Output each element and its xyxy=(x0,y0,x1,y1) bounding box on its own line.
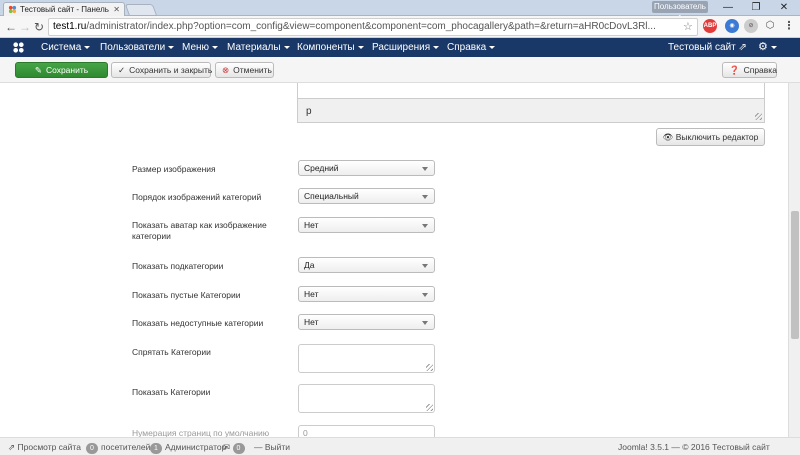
default-pagination-input[interactable]: 0 xyxy=(298,425,435,437)
package-icon[interactable]: ⬡ xyxy=(763,19,777,33)
help-button[interactable]: ❓ Справка xyxy=(722,62,777,78)
compass-icon[interactable]: ⊘ xyxy=(744,19,758,33)
field-label-image-size: Размер изображения xyxy=(132,164,216,174)
url-host: test1.ru xyxy=(53,21,87,32)
back-arrow-icon[interactable]: ← xyxy=(4,19,18,35)
reload-icon[interactable]: ↻ xyxy=(32,19,46,35)
browser-tab[interactable]: Тестовый сайт - Панель ✕ xyxy=(3,2,125,16)
version-text: Joomla! 3.5.1 — © 2016 Тестовый сайт xyxy=(618,442,770,452)
page-scrollbar[interactable] xyxy=(788,83,800,437)
admin-statusbar: ⇗ Просмотр сайта 0 посетителей 1 Администр… xyxy=(0,437,800,455)
field-label-show-subcategories: Показать подкатегории xyxy=(132,261,224,271)
menu-extensions[interactable]: Расширения xyxy=(372,38,440,57)
show-categories-textarea[interactable] xyxy=(298,384,435,413)
menu-components[interactable]: Компоненты xyxy=(297,38,364,57)
eye-icon: 👁 xyxy=(662,132,674,142)
field-label-show-categories: Показать Категории xyxy=(132,387,211,397)
cancel-button[interactable]: ⊗ Отменить xyxy=(215,62,274,78)
admins-indicator: 1 Администратор xyxy=(150,441,226,454)
external-link-icon: ⇗ xyxy=(738,42,747,53)
maximize-icon[interactable]: ❐ xyxy=(742,0,770,15)
forward-arrow-icon[interactable]: → xyxy=(18,19,32,35)
action-toolbar: ✎ Сохранить ✓ Сохранить и закрыть ⊗ Отменит… xyxy=(0,57,800,83)
category-image-order-select[interactable]: Специальный xyxy=(298,188,435,204)
window-close-icon[interactable]: ✕ xyxy=(770,0,798,15)
show-unavailable-categories-select[interactable]: Нет xyxy=(298,314,435,330)
menu-system[interactable]: Система xyxy=(41,38,91,57)
dropdown-arrow-icon xyxy=(422,321,428,325)
adblock-icon[interactable]: ABP xyxy=(703,19,717,33)
cancel-icon: ⊗ xyxy=(222,65,230,75)
save-button[interactable]: ✎ Сохранить xyxy=(15,62,108,78)
site-link[interactable]: Тестовый сайт ⇗ xyxy=(668,38,747,57)
browser-tabstrip: Тестовый сайт - Панель ✕ Пользователь 1 … xyxy=(0,0,800,23)
extension-icon[interactable]: ◉ xyxy=(725,19,739,33)
save-close-button[interactable]: ✓ Сохранить и закрыть xyxy=(111,62,212,78)
admin-navbar: Система Пользователи Меню Материалы Комп… xyxy=(0,38,800,57)
minimize-icon[interactable]: — xyxy=(714,0,742,15)
new-tab-button[interactable] xyxy=(124,4,158,16)
dropdown-arrow-icon xyxy=(422,264,428,268)
joomla-logo-icon[interactable] xyxy=(12,41,25,54)
resize-grip-icon[interactable] xyxy=(426,404,433,411)
show-empty-categories-select[interactable]: Нет xyxy=(298,286,435,302)
minus-icon: — xyxy=(254,442,263,452)
avatar-as-image-select[interactable]: Нет xyxy=(298,217,435,233)
scrollbar-thumb[interactable] xyxy=(791,211,799,339)
resize-grip-icon[interactable] xyxy=(755,113,762,120)
field-label-hide-categories: Спрятать Категории xyxy=(132,347,211,357)
visitors-badge: 0 xyxy=(86,443,98,454)
external-link-icon: ⇗ xyxy=(8,442,16,452)
joomla-favicon-icon xyxy=(8,5,17,14)
dropdown-arrow-icon xyxy=(422,224,428,228)
close-tab-icon[interactable]: ✕ xyxy=(113,5,120,14)
browser-menu-icon[interactable]: ⋮ xyxy=(782,19,796,33)
editor-path-text: p xyxy=(306,106,312,117)
dropdown-arrow-icon xyxy=(422,167,428,171)
help-icon: ❓ xyxy=(729,65,740,75)
config-form: p 👁 Выключить редактор Размер изображени… xyxy=(0,83,788,437)
save-icon: ✎ xyxy=(34,65,42,75)
visitors-indicator: 0 посетителей xyxy=(86,441,150,454)
dropdown-arrow-icon xyxy=(422,195,428,199)
messages-badge: 0 xyxy=(232,443,245,454)
field-label-default-pagination: Нумерация страниц по умолчанию xyxy=(132,428,270,437)
resize-grip-icon[interactable] xyxy=(426,364,433,371)
editor-path-bar: p xyxy=(297,98,765,123)
toggle-editor-button[interactable]: 👁 Выключить редактор xyxy=(656,128,765,146)
messages-indicator[interactable]: ✉ 0 xyxy=(223,441,248,454)
checkmark-icon: ✓ xyxy=(118,65,126,75)
url-input[interactable]: test1.ru/administrator/index.php?option=… xyxy=(48,18,698,36)
admins-badge: 1 xyxy=(150,443,162,454)
field-label-category-image-order: Порядок изображений категорий xyxy=(132,192,262,202)
menu-content[interactable]: Материалы xyxy=(227,38,290,57)
menu-help[interactable]: Справка xyxy=(447,38,496,57)
show-subcategories-select[interactable]: Да xyxy=(298,257,435,273)
logout-link[interactable]: — Выйти xyxy=(254,441,290,453)
field-label-show-empty-categories: Показать пустые Категории xyxy=(132,290,241,300)
url-path: /administrator/index.php?option=com_conf… xyxy=(86,21,656,32)
view-site-link[interactable]: ⇗ Просмотр сайта xyxy=(8,441,81,453)
menu-menus[interactable]: Меню xyxy=(182,38,219,57)
hide-categories-textarea[interactable] xyxy=(298,344,435,373)
field-label-avatar-as-image: Показать аватар как изображение категори… xyxy=(132,220,267,241)
address-bar: ← → ↻ test1.ru/administrator/index.php?o… xyxy=(0,16,800,38)
image-size-select[interactable]: Средний xyxy=(298,160,435,176)
settings-gear-icon[interactable]: ⚙ xyxy=(758,38,777,57)
field-label-show-unavailable-categories: Показать недоступные категории xyxy=(132,318,264,328)
dropdown-arrow-icon xyxy=(422,293,428,297)
menu-users[interactable]: Пользователи xyxy=(100,38,175,57)
bookmark-star-icon[interactable]: ☆ xyxy=(683,20,693,33)
tab-title: Тестовый сайт - Панель xyxy=(20,5,109,14)
envelope-icon: ✉ xyxy=(223,442,231,452)
browser-user-badge[interactable]: Пользователь 1 xyxy=(652,1,708,23)
